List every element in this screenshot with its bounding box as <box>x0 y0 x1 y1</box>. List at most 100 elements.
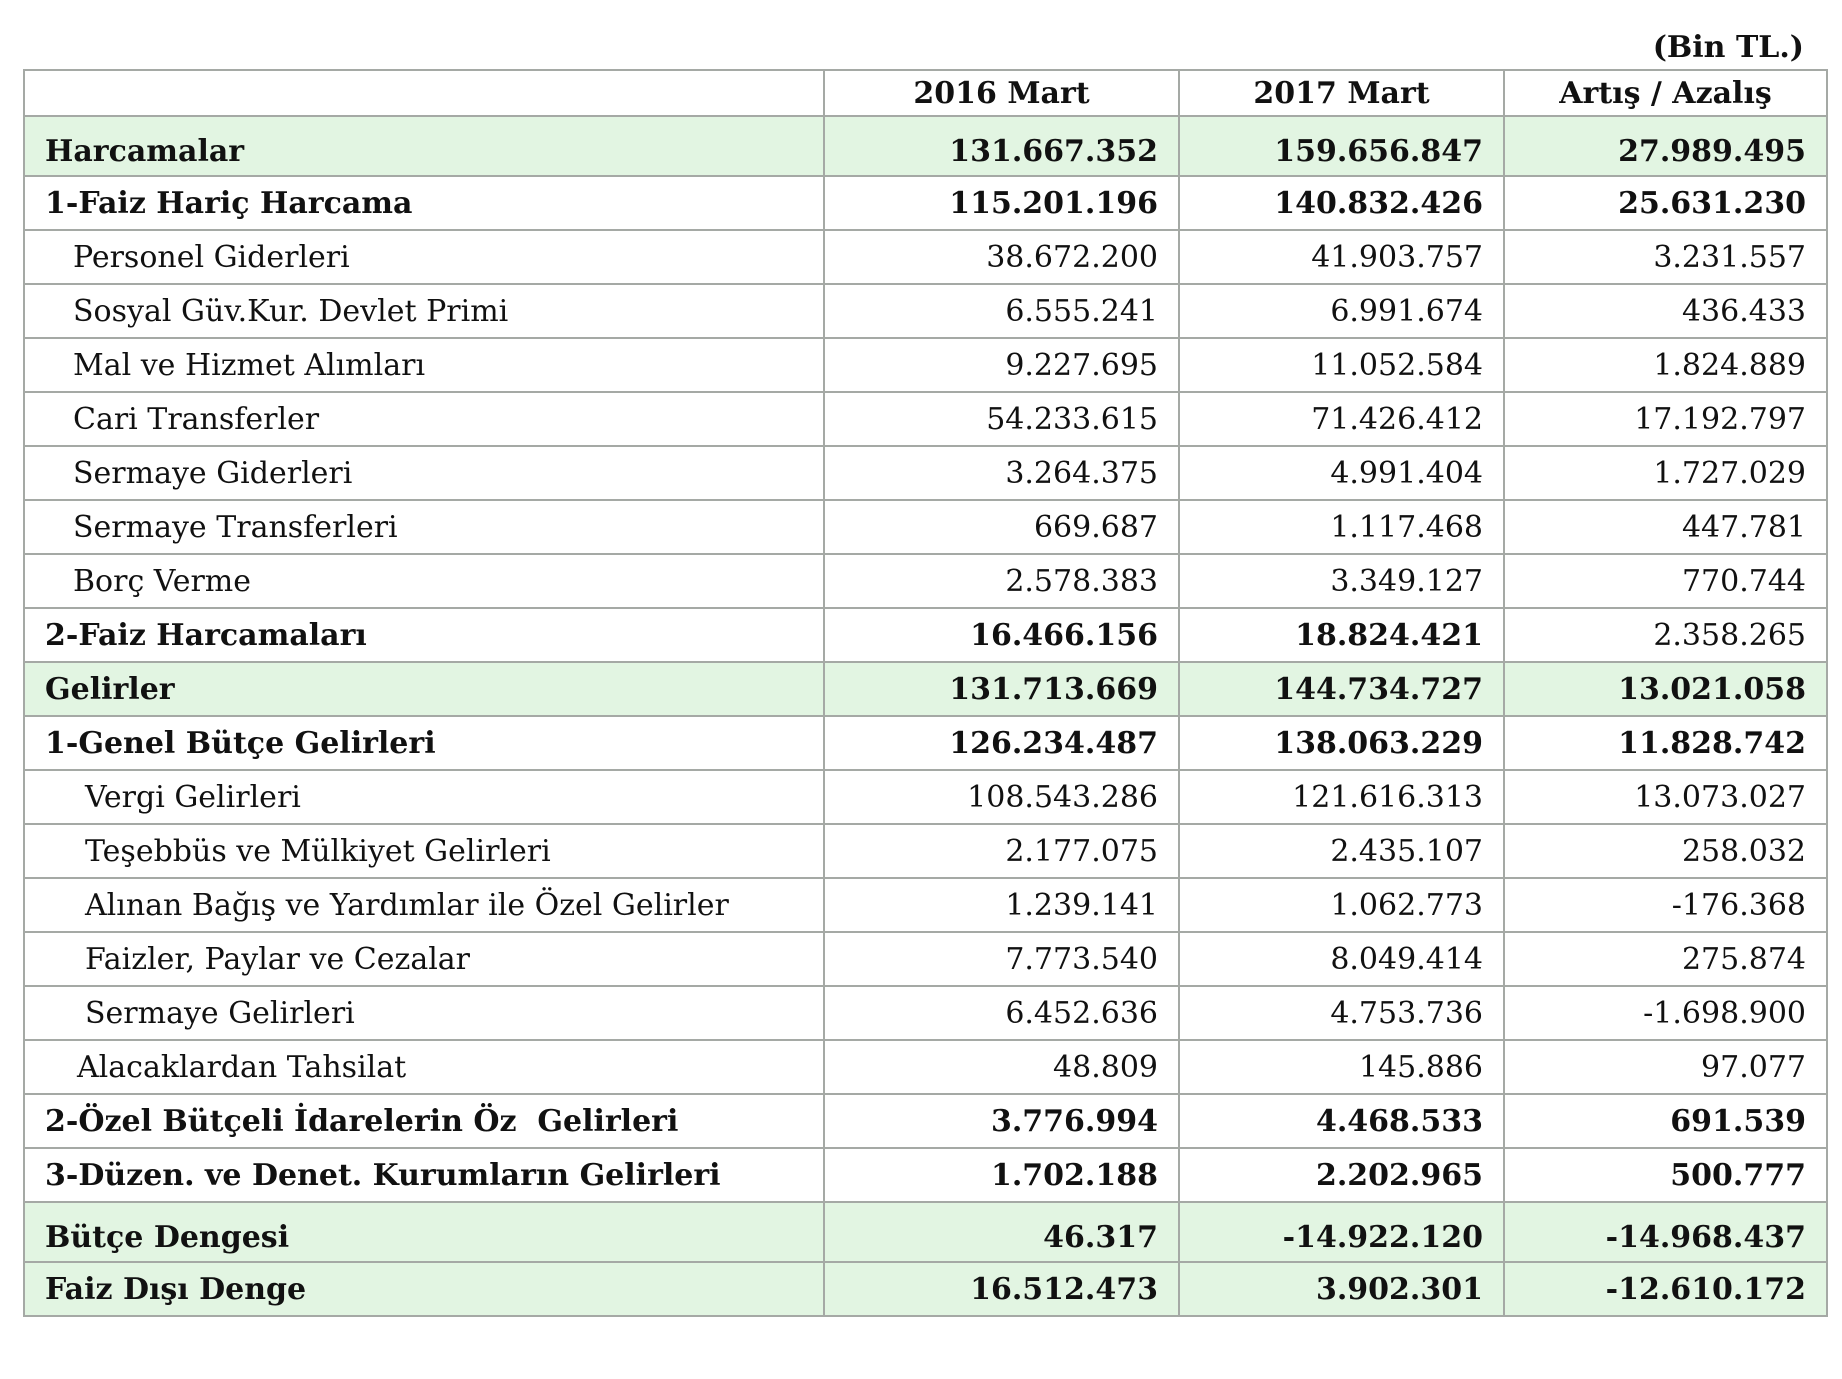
value-2017: 2.202.965 <box>1178 1147 1505 1203</box>
value-change: -14.968.437 <box>1503 1201 1828 1263</box>
row-mal-ve-hizmet-alimlari: Mal ve Hizmet Alımları 9.227.695 11.052.… <box>23 337 1828 393</box>
value-2017: 4.991.404 <box>1178 445 1505 501</box>
value-2017: 71.426.412 <box>1178 391 1505 447</box>
value-2016: 38.672.200 <box>823 229 1180 285</box>
value-2017: 41.903.757 <box>1178 229 1505 285</box>
row-label: Personel Giderleri <box>23 229 825 285</box>
value-2016: 54.233.615 <box>823 391 1180 447</box>
value-change: 1.824.889 <box>1503 337 1828 393</box>
value-2017: 8.049.414 <box>1178 931 1505 987</box>
row-sermaye-gelirleri: Sermaye Gelirleri 6.452.636 4.753.736 -1… <box>23 985 1828 1041</box>
value-change: 500.777 <box>1503 1147 1828 1203</box>
row-cari-transferler: Cari Transferler 54.233.615 71.426.412 1… <box>23 391 1828 447</box>
row-label: Harcamalar <box>23 115 825 177</box>
value-2016: 6.555.241 <box>823 283 1180 339</box>
value-change: -1.698.900 <box>1503 985 1828 1041</box>
row-faiz-harcamalari: 2-Faiz Harcamaları 16.466.156 18.824.421… <box>23 607 1828 663</box>
row-alacaklardan-tahsilat: Alacaklardan Tahsilat 48.809 145.886 97.… <box>23 1039 1828 1095</box>
header-2017-mart: 2017 Mart <box>1178 69 1505 117</box>
value-2017: 2.435.107 <box>1178 823 1505 879</box>
value-2017: 140.832.426 <box>1178 175 1505 231</box>
value-2016: 3.776.994 <box>823 1093 1180 1149</box>
value-change: -12.610.172 <box>1503 1261 1828 1317</box>
value-change: 13.073.027 <box>1503 769 1828 825</box>
row-label: Sermaye Giderleri <box>23 445 825 501</box>
value-2017: 159.656.847 <box>1178 115 1505 177</box>
value-2017: 1.062.773 <box>1178 877 1505 933</box>
value-change: 691.539 <box>1503 1093 1828 1149</box>
value-2017: 11.052.584 <box>1178 337 1505 393</box>
row-genel-butce-gelirleri: 1-Genel Bütçe Gelirleri 126.234.487 138.… <box>23 715 1828 771</box>
row-vergi-gelirleri: Vergi Gelirleri 108.543.286 121.616.313 … <box>23 769 1828 825</box>
value-2017: 144.734.727 <box>1178 661 1505 717</box>
value-2017: -14.922.120 <box>1178 1201 1505 1263</box>
row-label: Mal ve Hizmet Alımları <box>23 337 825 393</box>
value-2016: 669.687 <box>823 499 1180 555</box>
header-2016-mart: 2016 Mart <box>823 69 1180 117</box>
value-2016: 115.201.196 <box>823 175 1180 231</box>
value-change: 17.192.797 <box>1503 391 1828 447</box>
value-change: 97.077 <box>1503 1039 1828 1095</box>
value-change: 770.744 <box>1503 553 1828 609</box>
value-change: 3.231.557 <box>1503 229 1828 285</box>
row-label: Sosyal Güv.Kur. Devlet Primi <box>23 283 825 339</box>
value-2016: 7.773.540 <box>823 931 1180 987</box>
value-2016: 131.667.352 <box>823 115 1180 177</box>
row-label: Alacaklardan Tahsilat <box>23 1039 825 1095</box>
value-change: 258.032 <box>1503 823 1828 879</box>
row-tesebbus-mulkiyet-gelirleri: Teşebbüs ve Mülkiyet Gelirleri 2.177.075… <box>23 823 1828 879</box>
row-label: Teşebbüs ve Mülkiyet Gelirleri <box>23 823 825 879</box>
row-personel-giderleri: Personel Giderleri 38.672.200 41.903.757… <box>23 229 1828 285</box>
value-2016: 46.317 <box>823 1201 1180 1263</box>
value-change: -176.368 <box>1503 877 1828 933</box>
budget-table: 2016 Mart 2017 Mart Artış / Azalış Harca… <box>23 69 1828 1317</box>
value-2016: 48.809 <box>823 1039 1180 1095</box>
unit-label: (Bin TL.) <box>1652 30 1804 65</box>
row-sosyal-guv-devlet-primi: Sosyal Güv.Kur. Devlet Primi 6.555.241 6… <box>23 283 1828 339</box>
row-harcamalar: Harcamalar 131.667.352 159.656.847 27.98… <box>23 115 1828 177</box>
value-change: 275.874 <box>1503 931 1828 987</box>
row-label: Cari Transferler <box>23 391 825 447</box>
header-change: Artış / Azalış <box>1503 69 1828 117</box>
value-change: 436.433 <box>1503 283 1828 339</box>
value-2016: 1.239.141 <box>823 877 1180 933</box>
row-sermaye-transferleri: Sermaye Transferleri 669.687 1.117.468 4… <box>23 499 1828 555</box>
value-2017: 4.468.533 <box>1178 1093 1505 1149</box>
value-2017: 121.616.313 <box>1178 769 1505 825</box>
value-2016: 9.227.695 <box>823 337 1180 393</box>
value-2016: 3.264.375 <box>823 445 1180 501</box>
value-2017: 138.063.229 <box>1178 715 1505 771</box>
value-2016: 2.578.383 <box>823 553 1180 609</box>
value-change: 11.828.742 <box>1503 715 1828 771</box>
row-label: Alınan Bağış ve Yardımlar ile Özel Gelir… <box>23 877 825 933</box>
value-2016: 131.713.669 <box>823 661 1180 717</box>
row-label: Vergi Gelirleri <box>23 769 825 825</box>
value-2016: 16.512.473 <box>823 1261 1180 1317</box>
value-change: 25.631.230 <box>1503 175 1828 231</box>
row-ozel-butceli-idareler: 2-Özel Bütçeli İdarelerin Öz Gelirleri 3… <box>23 1093 1828 1149</box>
row-label: Faiz Dışı Denge <box>23 1261 825 1317</box>
row-label: 2-Özel Bütçeli İdarelerin Öz Gelirleri <box>23 1093 825 1149</box>
row-sermaye-giderleri: Sermaye Giderleri 3.264.375 4.991.404 1.… <box>23 445 1828 501</box>
value-2017: 145.886 <box>1178 1039 1505 1095</box>
value-2016: 6.452.636 <box>823 985 1180 1041</box>
value-2016: 108.543.286 <box>823 769 1180 825</box>
header-row: 2016 Mart 2017 Mart Artış / Azalış <box>23 69 1828 117</box>
row-label: Faizler, Paylar ve Cezalar <box>23 931 825 987</box>
row-label: 2-Faiz Harcamaları <box>23 607 825 663</box>
row-label: Gelirler <box>23 661 825 717</box>
row-faiz-disi-denge: Faiz Dışı Denge 16.512.473 3.902.301 -12… <box>23 1261 1828 1317</box>
header-label-cell <box>23 69 825 117</box>
row-duzen-denet-kurumlari: 3-Düzen. ve Denet. Kurumların Gelirleri … <box>23 1147 1828 1203</box>
row-label: 1-Genel Bütçe Gelirleri <box>23 715 825 771</box>
value-2017: 1.117.468 <box>1178 499 1505 555</box>
value-2017: 6.991.674 <box>1178 283 1505 339</box>
value-2016: 1.702.188 <box>823 1147 1180 1203</box>
value-2017: 3.902.301 <box>1178 1261 1505 1317</box>
value-2016: 2.177.075 <box>823 823 1180 879</box>
value-2016: 126.234.487 <box>823 715 1180 771</box>
row-label: Sermaye Transferleri <box>23 499 825 555</box>
row-borc-verme: Borç Verme 2.578.383 3.349.127 770.744 <box>23 553 1828 609</box>
row-label: 1-Faiz Hariç Harcama <box>23 175 825 231</box>
value-change: 2.358.265 <box>1503 607 1828 663</box>
